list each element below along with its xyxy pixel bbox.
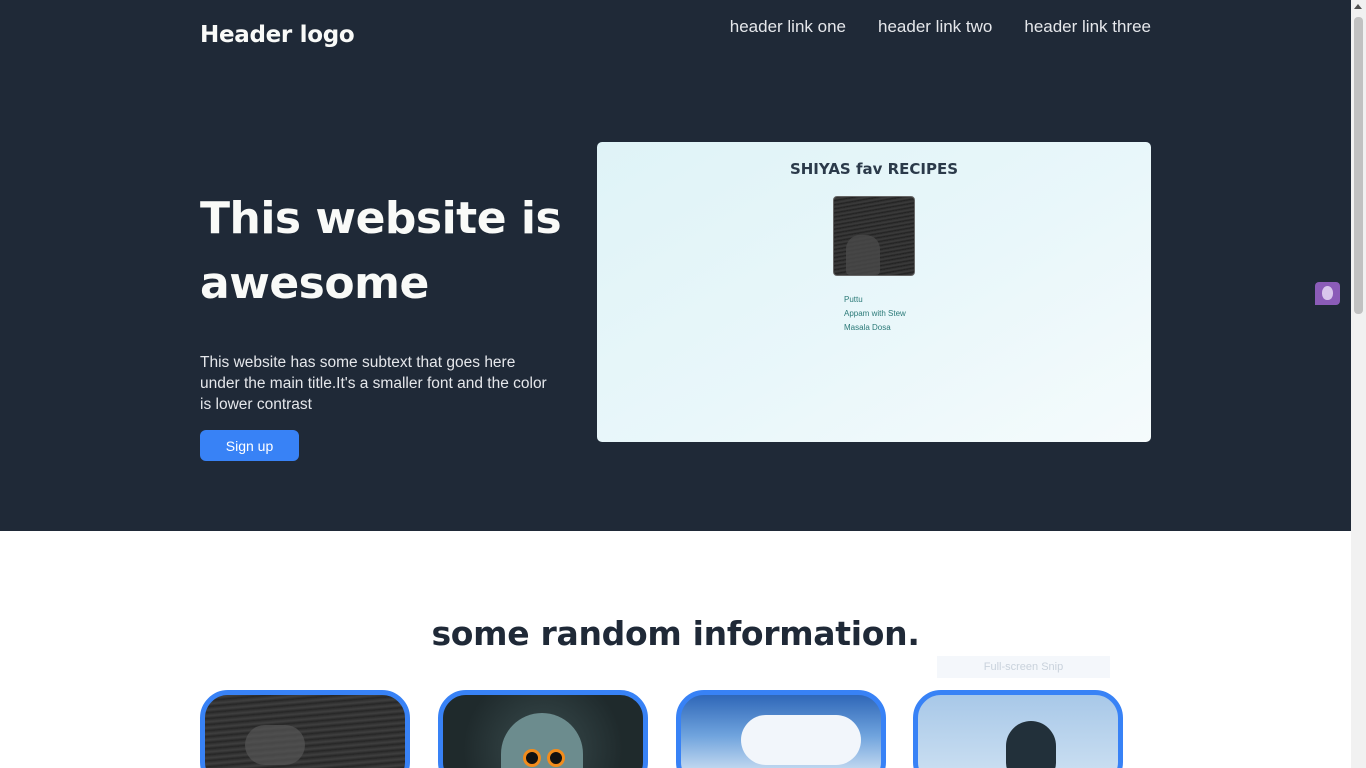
hero-subtitle: This website has some subtext that goes …: [200, 354, 547, 413]
header-link-two[interactable]: header link two: [878, 17, 992, 37]
info-card-image-2: [438, 690, 648, 768]
scroll-up-arrow-icon[interactable]: [1354, 4, 1362, 9]
header-nav: header link one header link two header l…: [730, 17, 1151, 37]
signup-button[interactable]: Sign up: [200, 430, 299, 461]
preview-recipe-item: Masala Dosa: [844, 323, 891, 332]
info-card-image-4: [913, 690, 1123, 768]
info-card-image-1: [200, 690, 410, 768]
snip-overlay-label: Full-screen Snip: [937, 656, 1110, 678]
info-section-title: some random information.: [431, 614, 920, 653]
preview-title: SHIYAS fav RECIPES: [789, 160, 959, 178]
preview-recipe-list: Puttu Appam with Stew Masala Dosa: [844, 293, 906, 335]
preview-photo: [833, 196, 915, 276]
header-link-three[interactable]: header link three: [1024, 17, 1151, 37]
page-scrollbar[interactable]: [1351, 0, 1366, 768]
preview-recipe-item: Appam with Stew: [844, 309, 906, 318]
info-card-image-3: [676, 690, 886, 768]
header-link-one[interactable]: header link one: [730, 17, 846, 37]
header-logo[interactable]: Header logo: [200, 22, 355, 48]
extension-chat-icon[interactable]: [1315, 282, 1340, 305]
hero-section: Header logo header link one header link …: [0, 0, 1351, 531]
hero-title: This website is awesome: [200, 193, 562, 309]
preview-recipe-item: Puttu: [844, 295, 863, 304]
hero-preview-image: SHIYAS fav RECIPES Puttu Appam with Stew…: [597, 142, 1151, 442]
scrollbar-thumb[interactable]: [1354, 17, 1363, 314]
